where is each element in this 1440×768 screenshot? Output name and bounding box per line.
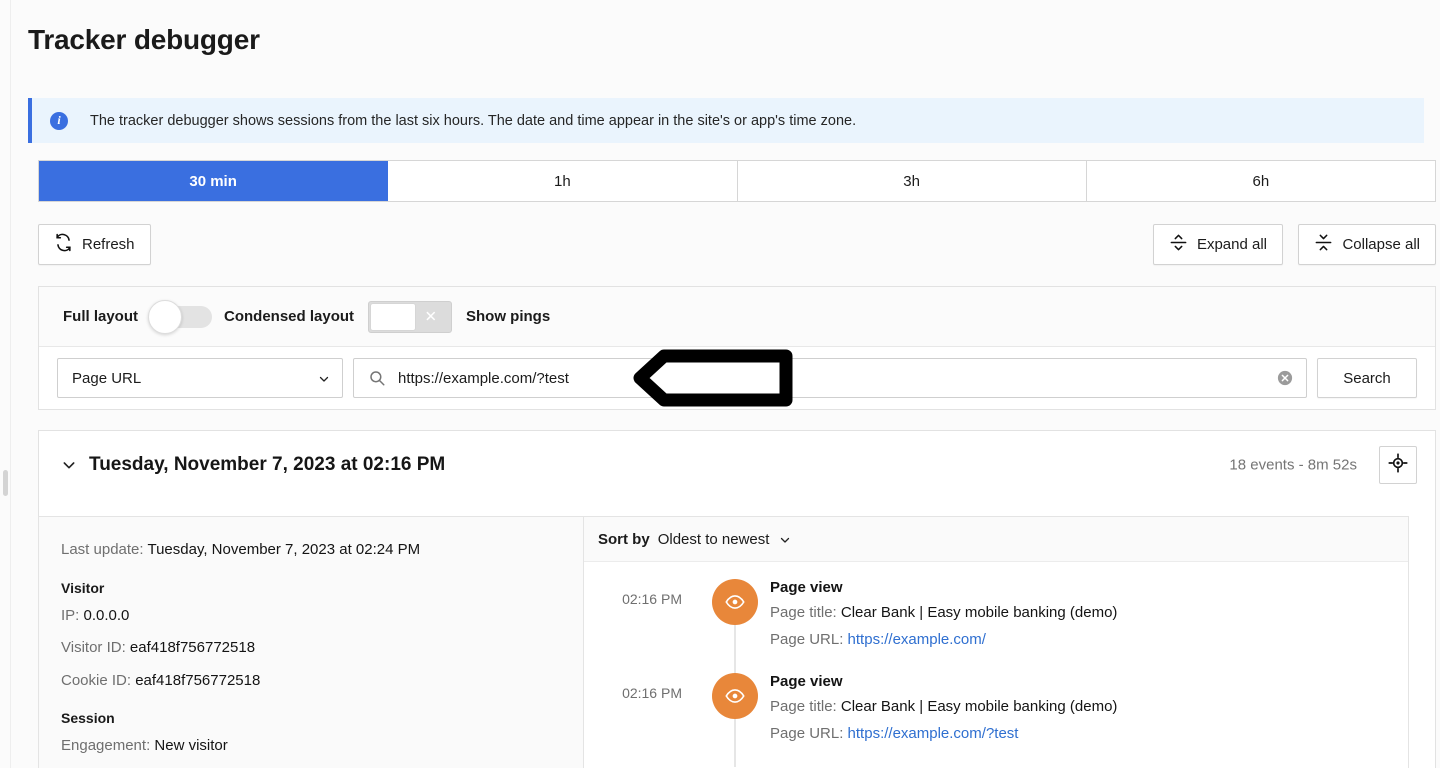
event-page-url-link[interactable]: https://example.com/ (848, 631, 986, 648)
event-marker (696, 571, 770, 673)
session-date: Tuesday, November 7, 2023 at 02:16 PM (89, 454, 446, 475)
filter-type-value: Page URL (72, 369, 142, 387)
layout-toggle-knob (148, 299, 182, 334)
refresh-button[interactable]: Refresh (38, 224, 151, 265)
search-icon (368, 369, 386, 387)
full-layout-label: Full layout (63, 308, 138, 325)
search-input[interactable] (396, 359, 1276, 397)
layout-options-row: Full layout Condensed layout ✕ Show ping… (39, 287, 1435, 347)
event-page-url-link[interactable]: https://example.com/?test (848, 725, 1019, 742)
tracker-debugger-page: Tracker debugger i The tracker debugger … (0, 0, 1440, 768)
engagement-line: Engagement: New visitor (61, 735, 559, 758)
session-header: Tuesday, November 7, 2023 at 02:16 PM 18… (39, 431, 1435, 499)
condensed-layout-label: Condensed layout (224, 308, 355, 325)
engagement-label: Engagement: (61, 737, 151, 754)
page-content: Tracker debugger i The tracker debugger … (12, 0, 1440, 768)
crosshair-icon (1388, 452, 1408, 478)
refresh-icon (54, 233, 73, 256)
event-page-url-row: Page URL: https://example.com/?test (770, 722, 1408, 745)
show-pings-label: Show pings (466, 308, 551, 325)
visitor-heading: Visitor (61, 579, 105, 596)
expand-all-button[interactable]: Expand all (1152, 224, 1283, 265)
event-page-title-label: Page title: (770, 604, 837, 621)
close-icon: ✕ (424, 308, 438, 325)
session-meta: 18 events - 8m 52s (1229, 456, 1357, 474)
table-row[interactable]: 02:16 PM Page view Page title: Clear Ban… (584, 656, 1408, 767)
layout-toggle[interactable] (148, 299, 212, 334)
last-update-label: Last update: (61, 541, 144, 558)
visitor-id-line: Visitor ID: eaf418f756772518 (61, 637, 559, 660)
collapse-all-label: Collapse all (1342, 236, 1420, 253)
ip-line: IP: 0.0.0.0 (61, 605, 559, 628)
session-heading: Session (61, 710, 115, 726)
session-body: Last update: Tuesday, November 7, 2023 a… (38, 516, 1409, 768)
event-time: 02:16 PM (622, 684, 682, 701)
last-update-line: Last update: Tuesday, November 7, 2023 a… (61, 539, 559, 562)
event-page-title-value: Clear Bank | Easy mobile banking (demo) (840, 697, 1118, 715)
sort-bar: Sort by Oldest to newest (584, 517, 1408, 562)
ip-label: IP: (61, 606, 80, 624)
search-button[interactable]: Search (1317, 358, 1417, 398)
visitor-id-value: eaf418f756772518 (129, 639, 256, 656)
tab-6h[interactable]: 6h (1086, 161, 1435, 201)
event-marker (696, 665, 770, 767)
cookie-id-label: Cookie ID: (61, 671, 132, 689)
scrollbar-thumb[interactable] (3, 470, 8, 496)
tab-1h[interactable]: 1h (388, 161, 738, 201)
eye-icon (712, 579, 758, 625)
eye-icon (712, 672, 758, 719)
tab-3h[interactable]: 3h (737, 161, 1087, 201)
event-page-title-value: Clear Bank | Easy mobile banking (demo) (840, 604, 1118, 621)
expand-icon (1169, 233, 1188, 256)
session-events-pane: Sort by Oldest to newest 02:16 PM Page v… (584, 517, 1408, 768)
engagement-value: New visitor (154, 737, 228, 754)
event-title: Page view (770, 672, 843, 690)
last-update-value: Tuesday, November 7, 2023 at 02:24 PM (147, 541, 421, 558)
sort-value[interactable]: Oldest to newest (658, 531, 770, 548)
search-field-wrapper (353, 358, 1307, 398)
cookie-id-value: eaf418f756772518 (135, 671, 261, 689)
session-detail-pane: Last update: Tuesday, November 7, 2023 a… (39, 517, 584, 768)
visitor-id-label: Visitor ID: (61, 639, 126, 656)
collapse-icon (1314, 233, 1333, 256)
event-page-url-label: Page URL: (770, 724, 844, 742)
time-range-tabs: 30 min 1h 3h 6h (38, 160, 1436, 202)
chevron-down-icon (318, 372, 330, 384)
sort-label: Sort by (598, 530, 650, 548)
expand-all-label: Expand all (1196, 236, 1267, 253)
ip-value: 0.0.0.0 (83, 606, 130, 624)
info-banner-text: The tracker debugger shows sessions from… (90, 112, 857, 129)
event-page-url-label: Page URL: (770, 631, 844, 649)
show-pings-toggle[interactable]: ✕ (368, 300, 453, 333)
info-icon: i (50, 111, 68, 130)
tab-30-min[interactable]: 30 min (39, 161, 389, 201)
filters-card: Full layout Condensed layout ✕ Show ping… (38, 286, 1436, 410)
filter-type-select[interactable]: Page URL (57, 358, 343, 398)
cookie-id-line: Cookie ID: eaf418f756772518 (61, 670, 559, 693)
show-pings-toggle-knob (370, 302, 417, 331)
timeline-connector (734, 718, 736, 767)
event-page-title-label: Page title: (770, 697, 837, 715)
info-banner: i The tracker debugger shows sessions fr… (28, 98, 1424, 143)
chevron-down-icon[interactable] (779, 533, 791, 545)
collapse-all-button[interactable]: Collapse all (1298, 224, 1436, 265)
clear-icon[interactable] (1276, 369, 1294, 387)
event-body: Page view Page title: Clear Bank | Easy … (770, 571, 1408, 656)
page-title: Tracker debugger (28, 24, 260, 55)
left-scroll-rail (0, 0, 11, 768)
refresh-label: Refresh (82, 236, 135, 253)
event-title: Page view (770, 579, 843, 596)
event-page-title-row: Page title: Clear Bank | Easy mobile ban… (770, 695, 1408, 718)
table-row[interactable]: 02:16 PM Page view Page title: Clear Ban… (584, 562, 1408, 673)
session-expand-chevron-icon[interactable] (61, 457, 77, 473)
event-body: Page view Page title: Clear Bank | Easy … (770, 665, 1408, 750)
event-page-title-row: Page title: Clear Bank | Easy mobile ban… (770, 601, 1408, 624)
event-page-url-row: Page URL: https://example.com/ (770, 628, 1408, 651)
event-time: 02:16 PM (622, 591, 682, 607)
toolbar: Refresh Expand all Collapse all (38, 224, 1436, 266)
locate-session-button[interactable] (1379, 446, 1417, 484)
search-row: Page URL https://example.com/?test Searc… (39, 347, 1435, 409)
